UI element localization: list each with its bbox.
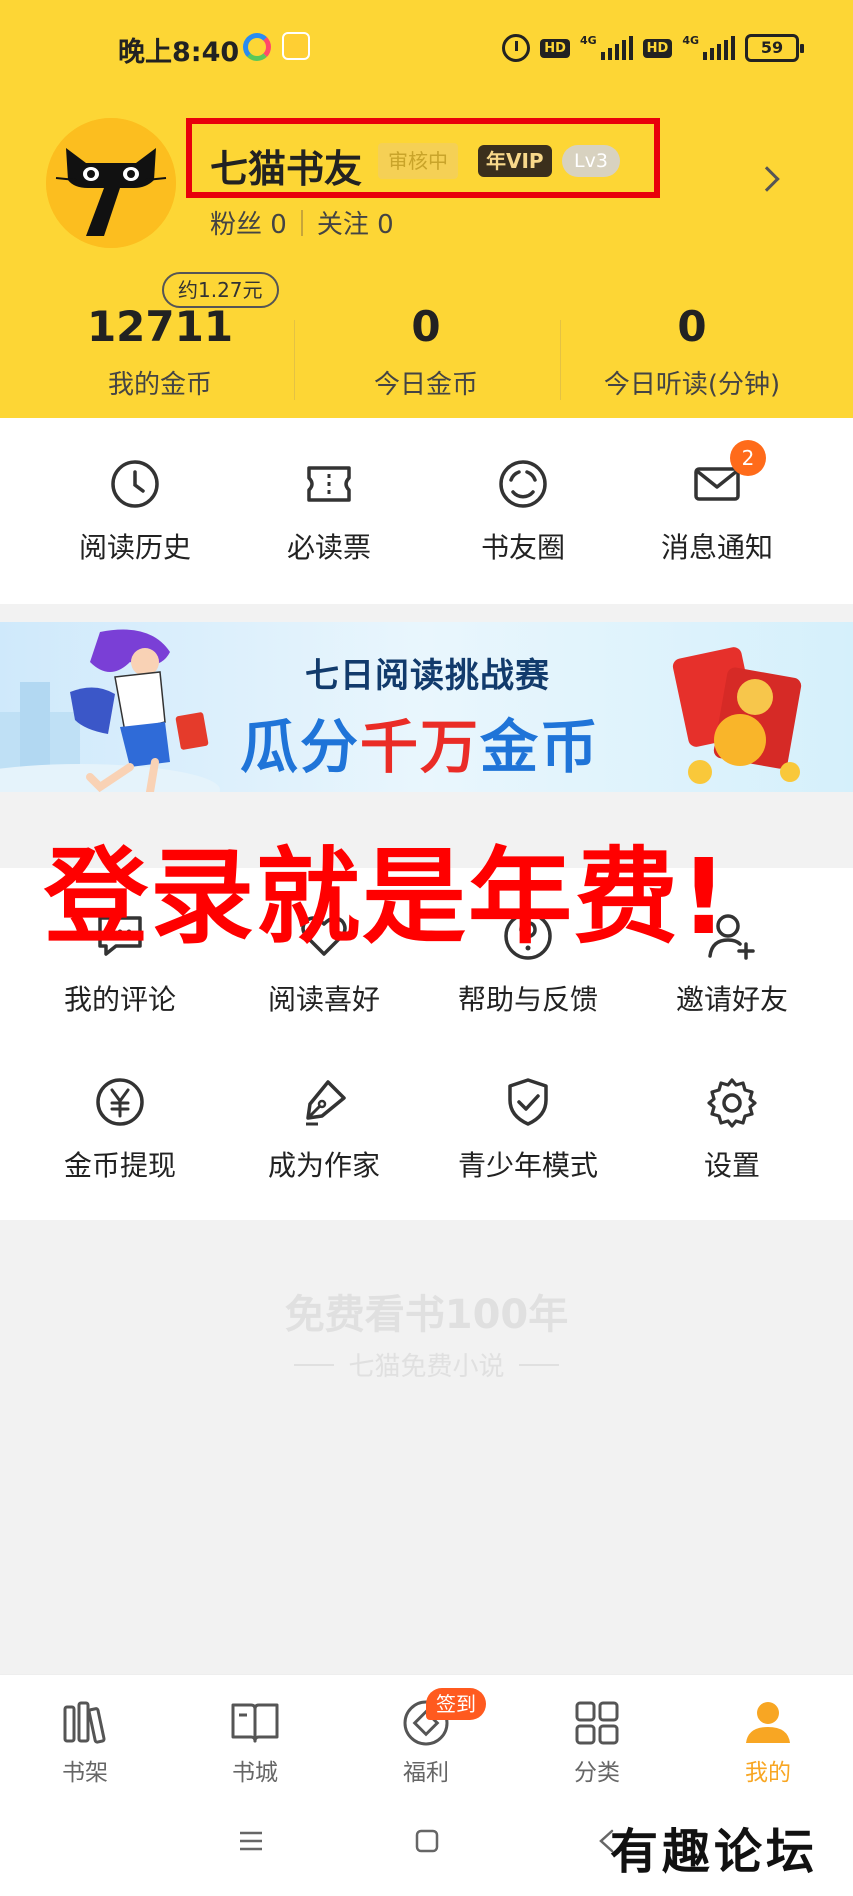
user-icon bbox=[746, 1702, 790, 1743]
follow-stats: 粉丝 0 关注 0 bbox=[210, 204, 394, 241]
coin-value-bubble: 约1.27元 bbox=[162, 272, 279, 308]
cat-logo-icon bbox=[46, 118, 176, 248]
divider bbox=[300, 209, 303, 236]
slogan: 免费看书100年 七猫免费小说 bbox=[0, 1282, 853, 1383]
fans-link[interactable]: 粉丝 0 bbox=[210, 204, 287, 241]
quick-action-ticket[interactable]: 必读票 bbox=[234, 458, 424, 566]
book-icon bbox=[231, 1703, 279, 1743]
profile-header: 晚上8:40 HD 4G HD 4G 59 七猫书友 审核中 年VIP Lv3 bbox=[0, 0, 853, 418]
menu-icon[interactable] bbox=[238, 1830, 264, 1852]
quick-action-messages[interactable]: 消息通知 bbox=[622, 458, 812, 566]
tab-me[interactable]: 我的 bbox=[683, 1699, 853, 1787]
hd-icon: HD bbox=[642, 38, 673, 58]
bottom-nav: 书架 书城 福利 分类 我的 bbox=[0, 1674, 853, 1794]
shield-icon bbox=[508, 1078, 548, 1126]
status-time: 晚上8:40 bbox=[118, 37, 240, 68]
hd-icon: HD bbox=[540, 38, 570, 58]
quick-action-circle[interactable]: 书友圈 bbox=[428, 458, 618, 566]
message-count-badge: 2 bbox=[730, 440, 766, 476]
challenge-banner[interactable]: 七日阅读挑战赛 瓜分千万金币 bbox=[0, 622, 853, 792]
stats-row: 12711 我的金币 0 今日金币 0 今日听读(分钟) bbox=[0, 270, 853, 400]
bookshelf-icon bbox=[63, 1701, 106, 1744]
level-badge[interactable]: Lv3 bbox=[562, 145, 620, 177]
following-link[interactable]: 关注 0 bbox=[317, 204, 394, 241]
slogan-sub: 七猫免费小说 bbox=[0, 1346, 853, 1383]
circle-icon bbox=[499, 460, 547, 508]
network-type: 4G bbox=[682, 33, 699, 47]
signal-icon bbox=[600, 36, 633, 60]
tab-category[interactable]: 分类 bbox=[512, 1699, 682, 1787]
alarm-icon bbox=[502, 34, 531, 62]
stat-today-coins[interactable]: 0 今日金币 bbox=[284, 270, 568, 401]
menu-item-teen-mode[interactable]: 青少年模式 bbox=[428, 1076, 628, 1184]
menu-item-withdraw[interactable]: 金币提现 bbox=[20, 1076, 220, 1184]
clock-icon bbox=[111, 460, 159, 508]
username[interactable]: 七猫书友 bbox=[210, 138, 362, 193]
quick-action-history[interactable]: 阅读历史 bbox=[40, 458, 230, 566]
quick-actions: 阅读历史 必读票 书友圈 消息通知 bbox=[0, 418, 853, 604]
grid-icon bbox=[575, 1701, 619, 1745]
pen-icon bbox=[306, 1080, 346, 1126]
battery-icon: 59 bbox=[745, 34, 804, 62]
banner-title: 瓜分千万金币 bbox=[240, 713, 601, 781]
review-status-badge: 审核中 bbox=[378, 143, 458, 179]
ticket-icon bbox=[307, 466, 351, 502]
status-bar: 晚上8:40 HD 4G HD 4G 59 bbox=[0, 0, 853, 96]
menu-item-settings[interactable]: 设置 bbox=[632, 1076, 832, 1184]
status-indicators: HD 4G HD 4G 59 bbox=[502, 30, 804, 66]
vip-badge[interactable]: 年VIP bbox=[478, 145, 552, 177]
app-notification-icon bbox=[243, 33, 271, 61]
gear-icon bbox=[707, 1078, 757, 1128]
overlay-caption: 登录就是年费! bbox=[44, 836, 730, 958]
slogan-main: 免费看书100年 bbox=[284, 1292, 569, 1338]
tab-bookshelf[interactable]: 书架 bbox=[0, 1699, 170, 1787]
menu-item-become-writer[interactable]: 成为作家 bbox=[224, 1076, 424, 1184]
tab-bookstore[interactable]: 书城 bbox=[170, 1699, 340, 1787]
avatar[interactable] bbox=[46, 118, 176, 248]
app-notification-icon bbox=[282, 32, 310, 60]
watermark-text: 有趣论坛 bbox=[610, 1824, 819, 1880]
signal-icon bbox=[703, 36, 735, 60]
home-icon[interactable] bbox=[414, 1828, 440, 1854]
chevron-right-icon[interactable] bbox=[754, 166, 780, 192]
stat-listen-minutes[interactable]: 0 今日听读(分钟) bbox=[550, 270, 834, 401]
yen-icon bbox=[96, 1078, 144, 1126]
network-type: 4G bbox=[579, 33, 597, 47]
banner-subtitle: 七日阅读挑战赛 bbox=[305, 656, 550, 696]
signin-badge: 签到 bbox=[426, 1688, 486, 1720]
